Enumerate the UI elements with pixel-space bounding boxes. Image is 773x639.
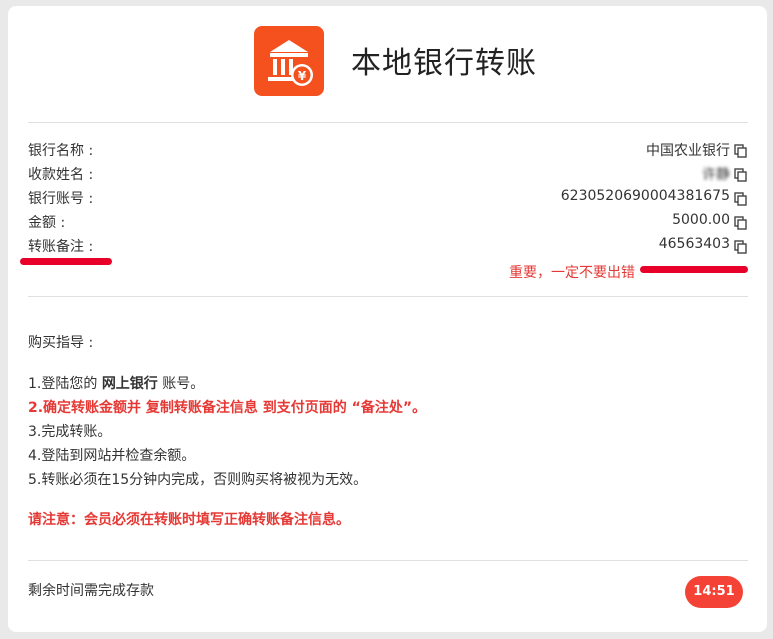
- page-title: 本地银行转账: [351, 46, 537, 81]
- online-bank-emphasis: 网上银行: [101, 376, 158, 392]
- detail-value: 5000.00: [672, 212, 730, 228]
- detail-label: 转账备注 :: [28, 239, 94, 255]
- step-text: 1.登陆您的: [28, 376, 102, 392]
- guide-title: 购买指导 :: [28, 335, 94, 351]
- copy-icon[interactable]: [734, 240, 748, 254]
- red-underline-mark: [640, 266, 748, 273]
- detail-row-payee-name: 收款姓名 : 许静: [28, 164, 748, 186]
- important-annotation: 重要，一定不要出错: [509, 266, 635, 281]
- detail-value: 许静: [702, 167, 730, 183]
- countdown-badge: 14:51: [685, 576, 743, 608]
- divider: [28, 122, 748, 123]
- guide-step-2: 2.确定转账金额并 复制转账备注信息 到支付页面的 “备注处”。: [28, 400, 427, 416]
- guide-step-1: 1.登陆您的 网上银行 账号。: [28, 373, 204, 393]
- guide-step-4: 4.登陆到网站并检查余额。: [28, 448, 196, 464]
- copy-icon[interactable]: [734, 144, 748, 158]
- divider: [28, 560, 748, 561]
- detail-row-transfer-note: 转账备注 : 46563403: [28, 236, 748, 258]
- detail-value: 6230520690004381675: [560, 188, 730, 204]
- detail-label: 收款姓名 :: [28, 167, 94, 183]
- red-underline-mark: [20, 258, 112, 265]
- copy-icon[interactable]: [734, 192, 748, 206]
- detail-label: 银行名称 :: [28, 143, 94, 159]
- detail-row-account-number: 银行账号 : 6230520690004381675: [28, 188, 748, 210]
- divider: [28, 296, 748, 297]
- svg-text:¥: ¥: [298, 69, 307, 83]
- header: ¥ 本地银行转账: [8, 6, 767, 124]
- countdown-label: 剩余时间需完成存款: [28, 583, 154, 599]
- detail-row-bank-name: 银行名称 : 中国农业银行: [28, 140, 748, 162]
- payment-card: ¥ 本地银行转账 银行名称 : 中国农业银行 收款姓名 : 许静 银行账号 : …: [8, 6, 767, 632]
- detail-value: 中国农业银行: [646, 143, 730, 159]
- copy-icon[interactable]: [734, 216, 748, 230]
- step-text: 账号。: [157, 376, 205, 392]
- guide-step-3: 3.完成转账。: [28, 424, 112, 440]
- member-notice: 请注意：会员必须在转账时填写正确转账备注信息。: [28, 512, 350, 528]
- detail-label: 金额 :: [28, 215, 66, 231]
- bank-transfer-icon: ¥: [254, 26, 324, 96]
- detail-row-amount: 金额 : 5000.00: [28, 212, 748, 234]
- detail-value: 46563403: [658, 236, 730, 252]
- copy-icon[interactable]: [734, 168, 748, 182]
- guide-step-5: 5.转账必须在15分钟内完成，否则购买将被视为无效。: [28, 472, 368, 488]
- detail-label: 银行账号 :: [28, 191, 94, 207]
